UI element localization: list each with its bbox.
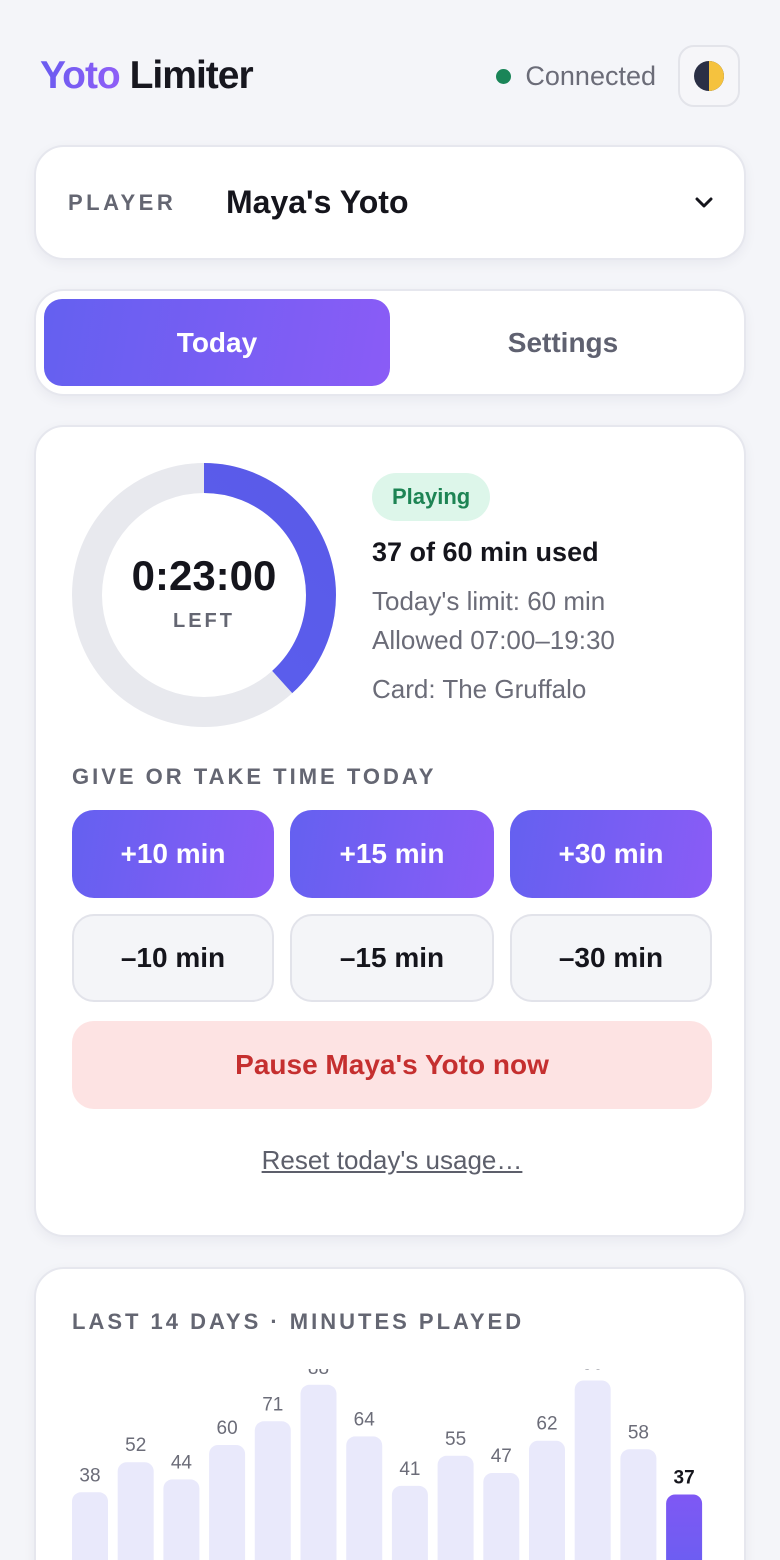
chart-bar xyxy=(666,1494,703,1560)
chart-bar xyxy=(620,1449,657,1560)
chart-value-label: 55 xyxy=(445,1429,466,1450)
chart-bar xyxy=(529,1440,565,1560)
adjust-section-label: GIVE OR TAKE TIME TODAY xyxy=(72,764,437,789)
chart-bar xyxy=(574,1380,611,1560)
remove-30-min-button[interactable]: –30 min xyxy=(510,914,712,1002)
history-bar-chart: 38 52 44 60 71 88 64 41 55 47 62 90 58 37 xyxy=(72,1369,703,1560)
chart-value-label: 44 xyxy=(171,1452,193,1473)
add-15-min-button[interactable]: +15 min xyxy=(290,810,494,898)
remove-10-min-button[interactable]: –10 min xyxy=(72,914,274,1002)
app-header: Yoto Limiter Connected xyxy=(40,44,740,108)
theme-toggle-button[interactable] xyxy=(678,45,740,107)
chart-bar xyxy=(254,1421,291,1560)
tab-settings[interactable]: Settings xyxy=(390,299,736,386)
tab-today[interactable]: Today xyxy=(44,299,390,386)
player-selector[interactable]: PLAYER Maya's Yoto xyxy=(34,145,746,260)
history-card: LAST 14 DAYS · MINUTES PLAYED 38 52 44 60 71… xyxy=(34,1267,746,1560)
chart-value-label: 64 xyxy=(354,1409,376,1430)
moon-icon xyxy=(694,61,724,91)
player-label: PLAYER xyxy=(68,189,177,215)
chart-value-label: 60 xyxy=(217,1418,238,1439)
chart-value-label: 47 xyxy=(491,1446,512,1467)
app-logo: Yoto Limiter xyxy=(40,54,254,98)
chart-value-label: 38 xyxy=(79,1465,100,1486)
current-card: Card: The Gruffalo xyxy=(372,674,587,704)
time-left-label: LEFT xyxy=(173,610,235,632)
time-adjust-grid: +10 min +15 min +30 min –10 min –15 min … xyxy=(72,810,712,1002)
status-text: Connected xyxy=(525,60,656,91)
daily-limit: Today's limit: 60 min xyxy=(372,586,606,616)
chart-value-label: 62 xyxy=(536,1414,557,1435)
status-badge: Playing xyxy=(372,473,491,521)
chart-value-label: 41 xyxy=(399,1459,420,1480)
chart-bar xyxy=(346,1436,383,1560)
chart-bar xyxy=(437,1455,474,1560)
chart-value-label: 90 xyxy=(582,1369,603,1375)
reset-usage-link[interactable]: Reset today's usage… xyxy=(72,1145,712,1176)
today-card: 0:23:00 LEFT Playing 37 of 60 min used T… xyxy=(34,425,746,1237)
time-left-value: 0:23:00 xyxy=(131,552,277,599)
chart-bar xyxy=(483,1473,520,1560)
chart-bar xyxy=(209,1445,246,1560)
chart-bar xyxy=(163,1479,200,1560)
add-30-min-button[interactable]: +30 min xyxy=(510,810,712,898)
status-dot-icon xyxy=(496,68,512,84)
today-info: Playing 37 of 60 min used Today's limit:… xyxy=(372,473,724,705)
chart-value-label: 37 xyxy=(674,1468,695,1489)
usage-summary: 37 of 60 min used xyxy=(372,537,599,567)
connection-status: Connected xyxy=(496,61,656,92)
allowed-window: Allowed 07:00–19:30 xyxy=(372,625,615,655)
chevron-down-icon xyxy=(694,193,714,213)
chart-value-label: 71 xyxy=(262,1394,283,1415)
chart-bar xyxy=(72,1492,108,1560)
remove-15-min-button[interactable]: –15 min xyxy=(290,914,494,1002)
chart-value-label: 88 xyxy=(308,1369,329,1379)
chart-value-label: 58 xyxy=(628,1422,649,1443)
chart-bar xyxy=(391,1485,428,1560)
player-name: Maya's Yoto xyxy=(226,184,409,220)
brand-rest: Limiter xyxy=(129,54,254,97)
chart-bar xyxy=(117,1462,154,1560)
history-title: LAST 14 DAYS · MINUTES PLAYED xyxy=(72,1309,525,1334)
chart-value-label: 52 xyxy=(125,1435,146,1456)
tab-bar: Today Settings xyxy=(34,289,746,396)
pause-player-button[interactable]: Pause Maya's Yoto now xyxy=(72,1021,712,1109)
brand-accent: Yoto xyxy=(40,54,121,97)
add-10-min-button[interactable]: +10 min xyxy=(72,810,274,898)
chart-bar xyxy=(300,1384,337,1560)
